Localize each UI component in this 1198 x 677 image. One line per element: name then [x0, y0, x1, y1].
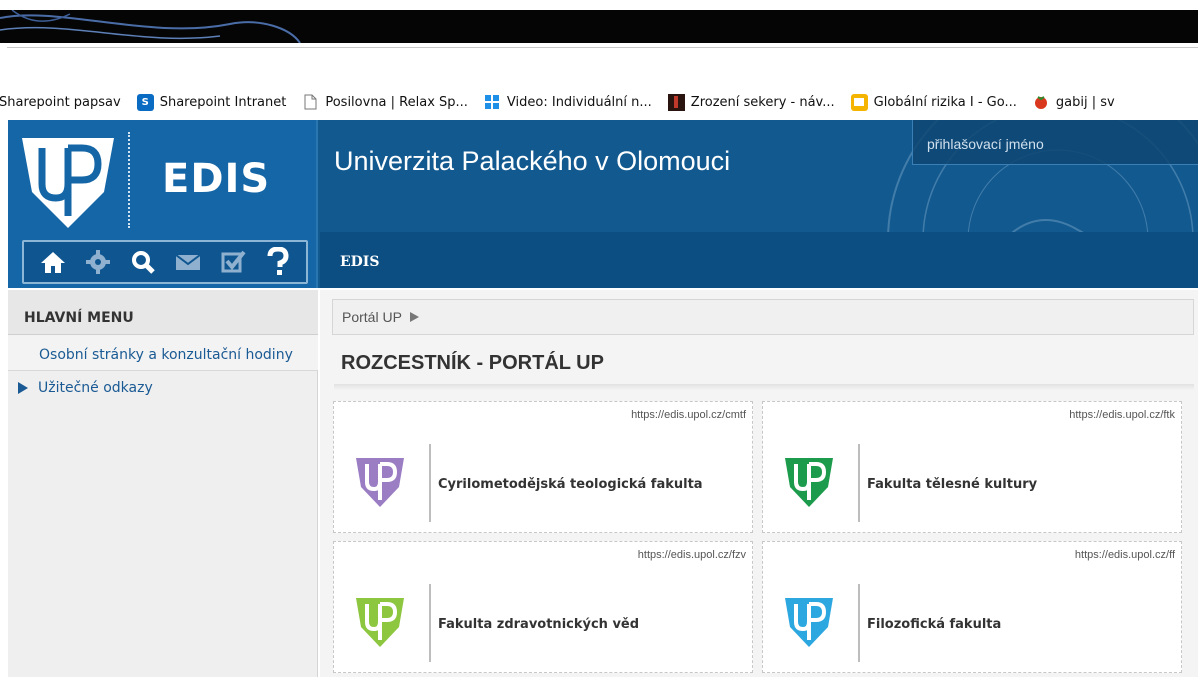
faculty-card-fzv[interactable]: https://edis.upol.cz/fzv Fakulta zdravot…	[333, 541, 753, 673]
tomato-icon	[1033, 94, 1050, 111]
bookmark-sharepoint-papsav[interactable]: Sharepoint papsav	[0, 95, 121, 110]
card-divider	[858, 584, 860, 662]
browser-title-bar	[0, 10, 1198, 43]
sidebar-item-osobni-stranky[interactable]: Osobní stránky a konzultační hodiny	[8, 335, 318, 371]
faculty-logo-icon	[785, 598, 833, 647]
title-divider	[334, 384, 1194, 390]
header-banner: Univerzita Palackého v Olomouci přihlašo…	[316, 120, 1198, 288]
home-icon[interactable]	[37, 246, 69, 278]
expand-arrow-icon	[18, 382, 28, 394]
tab-strip-area	[0, 43, 1198, 83]
search-icon[interactable]	[127, 246, 159, 278]
bookmark-sharepoint-intranet[interactable]: S Sharepoint Intranet	[136, 93, 287, 111]
bookmark-label: Sharepoint Intranet	[159, 94, 287, 110]
window-top-strip	[0, 0, 1198, 10]
bookmark-label: Globální rizika I - Go...	[873, 94, 1017, 110]
image-icon	[667, 93, 685, 111]
app-name: EDIS	[162, 156, 271, 202]
quick-toolbar	[22, 240, 308, 284]
faculty-url: https://edis.upol.cz/fzv	[637, 549, 746, 561]
sidebar-item-label: Užitečné odkazy	[38, 380, 153, 396]
faculty-logo-icon	[785, 458, 833, 507]
logo-panel: EDIS	[8, 120, 316, 288]
checkbox-icon[interactable]	[217, 246, 249, 278]
mail-icon[interactable]	[172, 246, 204, 278]
bookmark-label: Sharepoint papsav	[0, 94, 121, 110]
faculty-name: Filozofická fakulta	[867, 617, 1002, 632]
university-title: Univerzita Palackého v Olomouci	[334, 146, 731, 176]
faculty-name: Fakulta zdravotnických věd	[438, 617, 640, 632]
logo-divider	[128, 132, 130, 228]
faculty-url: https://edis.upol.cz/ff	[1074, 549, 1175, 561]
card-divider	[429, 584, 431, 662]
page-title: ROZCESTNÍK - PORTÁL UP	[341, 352, 604, 374]
bookmark-label: Posilovna | Relax Sp...	[325, 94, 468, 110]
faculty-name: Cyrilometodějská teologická fakulta	[438, 477, 703, 492]
card-divider	[858, 444, 860, 522]
nav-band: EDIS	[320, 232, 1198, 288]
faculty-logo-icon	[356, 598, 404, 647]
bookmarks-bar: Sharepoint papsav S Sharepoint Intranet …	[0, 88, 1198, 116]
help-icon[interactable]	[262, 246, 294, 278]
main-content: Portál UP ROZCESTNÍK - PORTÁL UP https:/…	[320, 290, 1198, 677]
faculty-logo-icon	[356, 458, 404, 507]
faculty-card-cmtf[interactable]: https://edis.upol.cz/cmtf Cyrilometodějs…	[333, 401, 753, 533]
bookmark-label: gabij | sv	[1055, 94, 1115, 110]
card-divider	[429, 444, 431, 522]
up-logo-icon[interactable]	[18, 132, 118, 232]
sidebar-item-label: Osobní stránky a konzultační hodiny	[39, 347, 293, 363]
site-header: EDIS Univerzita Palackého v Olomouci při…	[8, 120, 1198, 288]
sidebar-item-uzitecne-odkazy[interactable]: Užitečné odkazy	[8, 372, 318, 406]
bookmark-video[interactable]: Video: Individuální n...	[484, 94, 652, 111]
sidebar-title: HLAVNÍ MENU	[24, 310, 134, 326]
login-field[interactable]: přihlašovací jméno	[912, 120, 1198, 165]
bookmark-gabij[interactable]: gabij | sv	[1033, 94, 1115, 111]
faculty-card-ftk[interactable]: https://edis.upol.cz/ftk Fakulta tělesné…	[762, 401, 1182, 533]
bookmark-label: Video: Individuální n...	[506, 94, 652, 110]
breadcrumb-arrow-icon	[409, 312, 419, 322]
gear-icon[interactable]	[82, 246, 114, 278]
faculty-card-ff[interactable]: https://edis.upol.cz/ff Filozofická faku…	[762, 541, 1182, 673]
faculty-url: https://edis.upol.cz/ftk	[1069, 409, 1175, 421]
sidebar: HLAVNÍ MENU Osobní stránky a konzultační…	[8, 290, 318, 677]
windows-icon	[484, 94, 501, 111]
decorative-swirl	[0, 10, 301, 43]
breadcrumb-item-portal[interactable]: Portál UP	[342, 309, 402, 325]
faculty-name: Fakulta tělesné kultury	[867, 477, 1038, 492]
bookmark-posilovna[interactable]: Posilovna | Relax Sp...	[302, 94, 468, 111]
breadcrumb: Portál UP	[332, 299, 1194, 335]
faculty-url: https://edis.upol.cz/cmtf	[631, 409, 746, 421]
bookmark-zrozeni-sekery[interactable]: Zrození sekery - náv...	[667, 93, 835, 111]
bookmark-label: Zrození sekery - náv...	[690, 94, 835, 110]
bookmark-globalni-rizika[interactable]: Globální rizika I - Go...	[850, 93, 1017, 111]
sharepoint-icon: S	[136, 93, 154, 111]
tab-edis[interactable]: EDIS	[340, 254, 379, 270]
sidebar-header: HLAVNÍ MENU	[8, 290, 318, 335]
slides-icon	[850, 93, 868, 111]
login-placeholder: přihlašovací jméno	[927, 136, 1044, 152]
page-icon	[302, 94, 319, 111]
